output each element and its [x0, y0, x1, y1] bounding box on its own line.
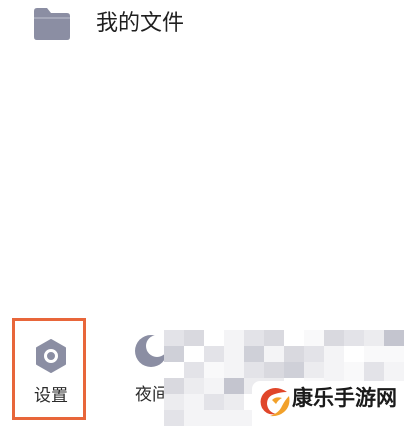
watermark-text: 康乐手游网 — [292, 385, 397, 410]
mosaic-cell — [284, 330, 304, 346]
mosaic-cell — [324, 362, 344, 378]
screen: 我的文件 设置 夜间 康乐手游网 — [0, 0, 404, 426]
mosaic-cell — [184, 362, 204, 378]
mosaic-cell — [384, 330, 404, 346]
mosaic-cell — [204, 410, 224, 426]
mosaic-cell — [284, 362, 304, 378]
mosaic-cell — [304, 330, 324, 346]
mosaic-cell — [224, 362, 244, 378]
mosaic-cell — [224, 346, 244, 362]
watermark: 康乐手游网 — [252, 381, 404, 426]
mosaic-cell — [204, 362, 224, 378]
mosaic-cell — [224, 410, 244, 426]
mosaic-cell — [164, 410, 184, 426]
mosaic-cell — [204, 330, 224, 346]
mosaic-cell — [164, 362, 184, 378]
mosaic-cell — [184, 346, 204, 362]
mosaic-cell — [304, 362, 324, 378]
mosaic-cell — [244, 330, 264, 346]
my-files-label: 我的文件 — [96, 11, 185, 36]
mosaic-cell — [344, 362, 364, 378]
mosaic-cell — [164, 346, 184, 362]
mosaic-cell — [164, 394, 184, 410]
mosaic-cell — [324, 330, 344, 346]
settings-button[interactable]: 设置 — [12, 318, 86, 420]
mosaic-cell — [164, 378, 184, 394]
mosaic-cell — [184, 410, 204, 426]
mosaic-cell — [204, 378, 224, 394]
mosaic-cell — [184, 394, 204, 410]
mosaic-cell — [264, 346, 284, 362]
menu-item-my-files[interactable]: 我的文件 — [0, 0, 404, 52]
mosaic-cell — [384, 362, 404, 378]
mosaic-cell — [184, 378, 204, 394]
mosaic-cell — [244, 346, 264, 362]
mosaic-cell — [344, 330, 364, 346]
mosaic-cell — [364, 362, 384, 378]
mosaic-cell — [184, 330, 204, 346]
mosaic-cell — [204, 394, 224, 410]
mosaic-cell — [164, 330, 184, 346]
mosaic-cell — [304, 346, 324, 362]
mosaic-cell — [264, 330, 284, 346]
mosaic-cell — [344, 346, 364, 362]
mosaic-cell — [324, 346, 344, 362]
mosaic-cell — [224, 378, 244, 394]
mosaic-cell — [224, 394, 244, 410]
mosaic-cell — [364, 330, 384, 346]
mosaic-cell — [244, 362, 264, 378]
watermark-logo-icon — [260, 388, 290, 417]
mosaic-cell — [204, 346, 224, 362]
settings-hex-icon — [36, 339, 66, 373]
settings-label: 设置 — [34, 386, 68, 406]
moon-icon — [135, 335, 168, 367]
mosaic-cell — [284, 346, 304, 362]
mosaic-cell — [264, 362, 284, 378]
mosaic-cell — [384, 346, 404, 362]
folder-icon — [34, 8, 70, 40]
mosaic-cell — [224, 330, 244, 346]
mosaic-cell — [364, 346, 384, 362]
